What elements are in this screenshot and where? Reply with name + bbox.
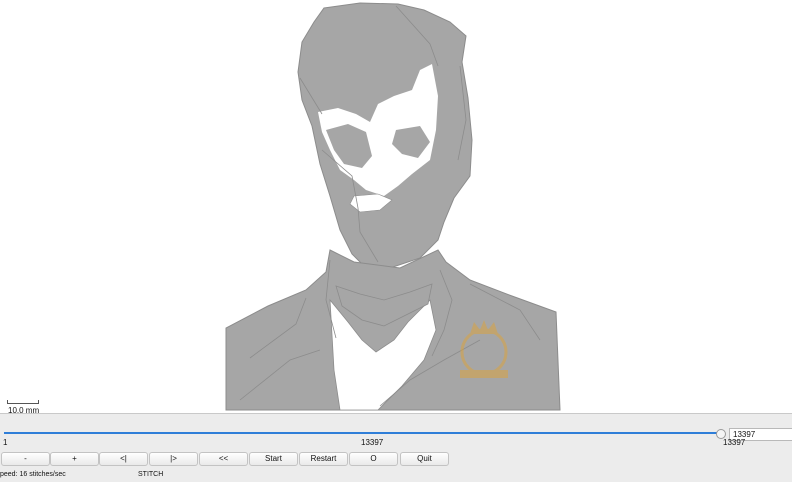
stitch-preview-canvas: 10.0 mm <box>0 0 792 415</box>
slower-button[interactable]: - <box>1 452 50 466</box>
status-bar <box>0 468 792 482</box>
rewind-button[interactable]: << <box>199 452 248 466</box>
o-button[interactable]: O <box>349 452 398 466</box>
stitch-progress-slider[interactable] <box>4 432 721 434</box>
speed-status: peed: 16 stitches/sec <box>0 471 66 478</box>
scale-bar <box>7 400 39 404</box>
quit-button[interactable]: Quit <box>400 452 449 466</box>
total-stitch-label: 13397 <box>723 438 746 447</box>
step-back-button[interactable]: <| <box>99 452 148 466</box>
current-stitch-label: 13397 <box>361 438 384 447</box>
start-button[interactable]: Start <box>249 452 298 466</box>
slider-min-label: 1 <box>3 438 8 447</box>
portrait-embroidery-preview <box>225 2 561 411</box>
restart-button[interactable]: Restart <box>299 452 348 466</box>
panel-divider <box>0 413 792 414</box>
step-forward-button[interactable]: |> <box>149 452 198 466</box>
faster-button[interactable]: + <box>50 452 99 466</box>
mode-status: STITCH <box>138 471 164 478</box>
